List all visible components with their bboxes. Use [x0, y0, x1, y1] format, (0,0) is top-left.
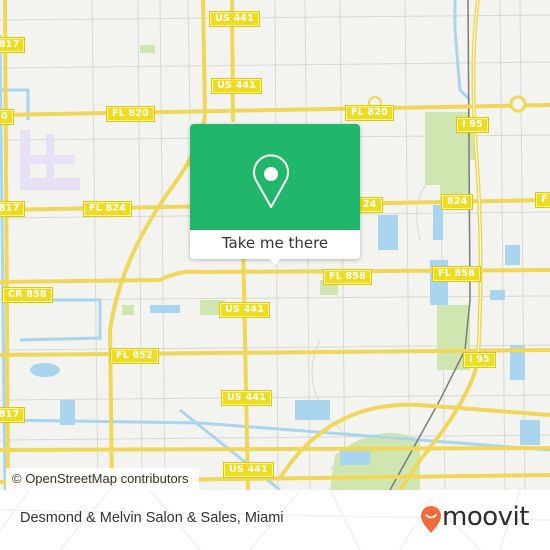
road-shield: 817 — [0, 201, 26, 217]
road-shield: 0 — [0, 109, 14, 125]
moovit-pin-icon — [421, 506, 441, 533]
road-shield: FL 858 — [323, 269, 372, 285]
brand-name: moovit — [442, 502, 529, 532]
road-shield: FL 852 — [110, 348, 159, 364]
road-shield: US 441 — [209, 11, 260, 27]
popup-header — [190, 124, 360, 230]
take-me-there-button[interactable]: Take me there — [190, 230, 360, 259]
road-shield: 817 — [0, 407, 26, 423]
popup-pointer — [268, 257, 282, 265]
road-shield: FL 824 — [83, 201, 132, 217]
road-shield: FL 820 — [106, 106, 155, 122]
road-shield: US 441 — [221, 390, 272, 406]
map-attribution[interactable]: © OpenStreetMap contributors — [6, 468, 199, 490]
road-shield: 824 — [440, 194, 474, 210]
road-shield: I 95 — [463, 352, 496, 368]
road-shield: FL 820 — [345, 105, 394, 121]
location-popup: Take me there — [190, 124, 360, 265]
map-canvas[interactable]: US 441 US 441 817 0 FL 820 FL 820 I 95 8… — [0, 0, 550, 490]
footer-bar: Desmond & Melvin Salon & Sales, Miami mo… — [0, 490, 550, 550]
road-shield: 24 — [357, 197, 383, 213]
road-shield: CR 858 — [2, 287, 53, 303]
road-shield: US 441 — [219, 302, 270, 318]
road-shield: US 441 — [223, 462, 274, 478]
road-shield: US 441 — [211, 78, 262, 94]
map-pin-icon — [253, 154, 289, 208]
interchange — [509, 95, 527, 113]
road-shield: 817 — [0, 37, 26, 53]
road-shield: F — [535, 192, 550, 208]
road-shield: I 95 — [456, 117, 489, 133]
road-shield: FL 858 — [432, 266, 481, 282]
place-name: Desmond & Melvin Salon & Sales, Miami — [20, 510, 284, 526]
